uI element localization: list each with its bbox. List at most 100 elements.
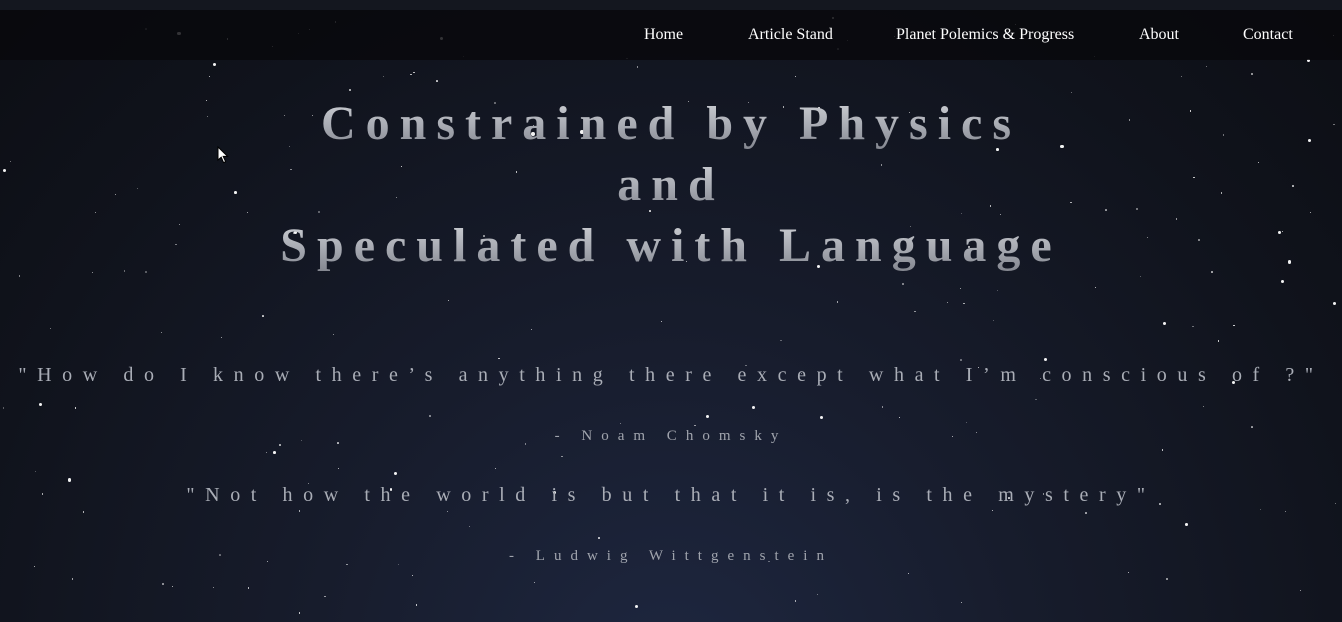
star xyxy=(1205,66,1207,67)
nav-contact[interactable]: Contact xyxy=(1243,10,1293,60)
star xyxy=(997,289,999,292)
star xyxy=(534,582,536,584)
star xyxy=(816,593,819,596)
star xyxy=(1203,406,1205,408)
star xyxy=(1044,357,1048,361)
star xyxy=(435,79,438,82)
star xyxy=(965,421,967,423)
star xyxy=(393,471,397,476)
star xyxy=(1299,589,1302,592)
star xyxy=(661,321,663,323)
nav-article-stand[interactable]: Article Stand xyxy=(748,10,833,60)
star xyxy=(383,75,385,77)
star xyxy=(902,283,904,285)
star xyxy=(899,417,900,418)
quote-text-chomsky: "How do I know there’s anything there ex… xyxy=(18,364,1324,386)
star xyxy=(1166,577,1169,580)
star xyxy=(1259,508,1261,510)
star xyxy=(209,76,211,78)
star xyxy=(324,596,326,598)
top-strip xyxy=(0,0,1342,10)
star xyxy=(221,336,223,338)
star xyxy=(35,471,37,473)
star xyxy=(71,578,74,580)
star xyxy=(693,424,696,427)
nav-about[interactable]: About xyxy=(1139,10,1179,60)
star xyxy=(412,574,414,576)
star xyxy=(348,89,351,91)
star xyxy=(881,405,884,408)
star xyxy=(795,76,797,78)
star xyxy=(1284,510,1286,513)
mouse-cursor-icon xyxy=(217,146,229,164)
star xyxy=(1094,287,1097,289)
star xyxy=(448,300,450,302)
quote-text-wittgenstein: "Not how the world is but that it is, is… xyxy=(186,484,1156,506)
star xyxy=(333,333,335,335)
star xyxy=(495,467,497,469)
star xyxy=(298,510,301,513)
star xyxy=(1280,280,1284,284)
star xyxy=(598,537,600,539)
star xyxy=(751,405,756,409)
star xyxy=(265,452,267,454)
star xyxy=(531,329,533,331)
star xyxy=(913,310,916,313)
quote-author-wittgenstein: - Ludwig Wittgenstein xyxy=(509,548,833,564)
star xyxy=(50,327,51,329)
star xyxy=(1127,571,1129,573)
star xyxy=(162,583,164,585)
nav-planet-polemics-progress[interactable]: Planet Polemics & Progress xyxy=(896,10,1074,60)
star xyxy=(1233,324,1235,327)
star xyxy=(946,301,948,303)
star xyxy=(780,339,782,341)
star xyxy=(74,407,77,409)
star xyxy=(1163,322,1166,326)
star xyxy=(171,585,173,587)
hero-title-line-3: Speculated with Language xyxy=(0,216,1342,276)
star xyxy=(410,73,412,76)
star xyxy=(960,359,962,361)
star xyxy=(413,71,415,74)
star xyxy=(38,403,42,407)
star xyxy=(992,320,994,322)
star xyxy=(992,509,994,511)
star xyxy=(619,422,622,424)
star xyxy=(1070,91,1073,94)
star xyxy=(212,62,217,67)
star xyxy=(819,415,823,419)
star xyxy=(1161,449,1164,451)
star xyxy=(468,526,471,528)
star xyxy=(298,612,301,615)
star xyxy=(446,511,448,513)
star xyxy=(337,467,339,470)
hero-title-line-1: Constrained by Physics xyxy=(0,94,1342,154)
star xyxy=(82,510,85,513)
star xyxy=(1180,76,1182,78)
quote-author-chomsky: - Noam Chomsky xyxy=(554,428,788,444)
star xyxy=(2,407,5,409)
navbar: Home Article Stand Planet Polemics & Pro… xyxy=(0,10,1342,60)
star xyxy=(273,450,277,454)
star xyxy=(428,414,431,417)
star xyxy=(634,604,639,608)
star xyxy=(1251,73,1253,75)
star xyxy=(1332,301,1337,306)
hero-title-line-2: and xyxy=(0,155,1342,215)
star xyxy=(247,587,250,589)
star xyxy=(161,332,162,334)
star xyxy=(636,66,639,68)
star xyxy=(706,415,710,419)
star xyxy=(1035,398,1037,401)
star xyxy=(261,315,264,317)
star xyxy=(1192,325,1194,328)
star xyxy=(33,565,35,567)
star xyxy=(498,357,500,360)
star xyxy=(561,455,563,457)
star xyxy=(960,601,963,604)
star xyxy=(67,478,72,483)
star xyxy=(836,301,839,303)
nav-home[interactable]: Home xyxy=(644,10,683,60)
star xyxy=(794,599,797,602)
star xyxy=(1140,276,1142,278)
